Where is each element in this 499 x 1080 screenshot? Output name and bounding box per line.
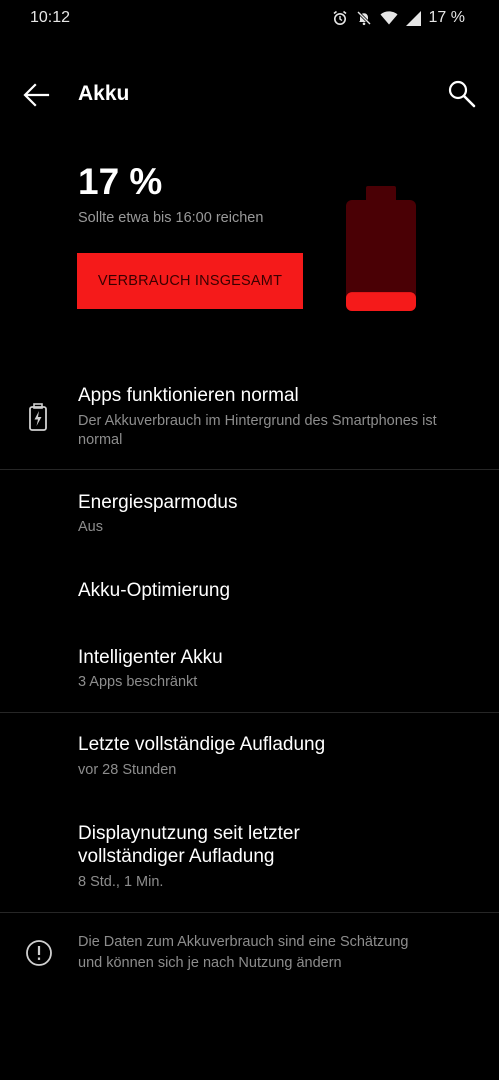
battery-optimization-item[interactable]: Akku-Optimierung [0, 570, 499, 620]
screen-usage-item: Displaynutzung seit letzter vollständige… [0, 815, 499, 905]
usage-disclaimer-line-1: Die Daten zum Akkuverbrauch sind eine Sc… [78, 934, 409, 950]
screen-usage-title-2: vollständiger Aufladung [78, 846, 275, 867]
battery-optimization-title: Akku-Optimierung [78, 580, 231, 601]
battery-summary: 17 % Sollte etwa bis 16:00 reichen [78, 160, 318, 226]
screen-usage-value: 8 Std., 1 Min. [78, 874, 164, 890]
smart-battery-item[interactable]: Intelligenter Akku 3 Apps beschränkt [0, 640, 499, 710]
wifi-icon [380, 10, 398, 26]
power-saving-subtitle: Aus [78, 519, 103, 535]
last-charge-title: Letzte vollständige Aufladung [78, 734, 326, 755]
status-time: 10:12 [30, 9, 71, 26]
smart-battery-title: Intelligenter Akku [78, 647, 223, 668]
battery-charging-icon [25, 402, 51, 437]
screen-usage-title-1: Displaynutzung seit letzter [78, 823, 300, 844]
apps-status-title: Apps funktionieren normal [78, 385, 299, 406]
arrow-left-icon [23, 83, 50, 107]
divider [0, 712, 499, 713]
power-saving-item[interactable]: Energiesparmodus Aus [0, 485, 499, 555]
search-button[interactable] [446, 78, 478, 112]
usage-disclaimer: Die Daten zum Akkuverbrauch sind eine Sc… [78, 932, 478, 974]
usage-disclaimer-line-2: und können sich je nach Nutzung ändern [78, 955, 342, 971]
battery-fill [346, 292, 416, 311]
last-charge-item: Letzte vollständige Aufladung vor 28 Stu… [0, 728, 499, 798]
status-bar: 10:12 17 % [0, 0, 499, 38]
notifications-off-icon [356, 10, 372, 26]
apps-status-subtitle-1: Der Akkuverbrauch im Hintergrund des Sma… [78, 413, 437, 429]
smart-battery-subtitle: 3 Apps beschränkt [78, 674, 198, 690]
signal-icon [405, 10, 421, 26]
divider [0, 469, 499, 470]
alarm-icon [332, 10, 348, 26]
battery-level-graphic [346, 186, 416, 311]
back-button[interactable] [20, 80, 54, 110]
last-charge-value: vor 28 Stunden [78, 762, 177, 778]
divider [0, 912, 499, 913]
total-usage-button[interactable]: VERBRAUCH INSGESAMT [77, 253, 303, 309]
status-battery-text: 17 % [428, 9, 465, 26]
status-icons: 17 % [332, 9, 465, 27]
battery-estimate: Sollte etwa bis 16:00 reichen [78, 210, 264, 226]
battery-percent: 17 % [78, 161, 163, 202]
search-icon [448, 80, 476, 108]
apps-status-item[interactable]: Apps funktionieren normal Der Akkuverbra… [0, 380, 499, 468]
power-saving-title: Energiesparmodus [78, 492, 238, 513]
app-bar: Akku [0, 70, 499, 120]
page-title: Akku [78, 82, 130, 105]
apps-status-subtitle-2: normal [78, 432, 123, 448]
info-icon [25, 939, 53, 972]
